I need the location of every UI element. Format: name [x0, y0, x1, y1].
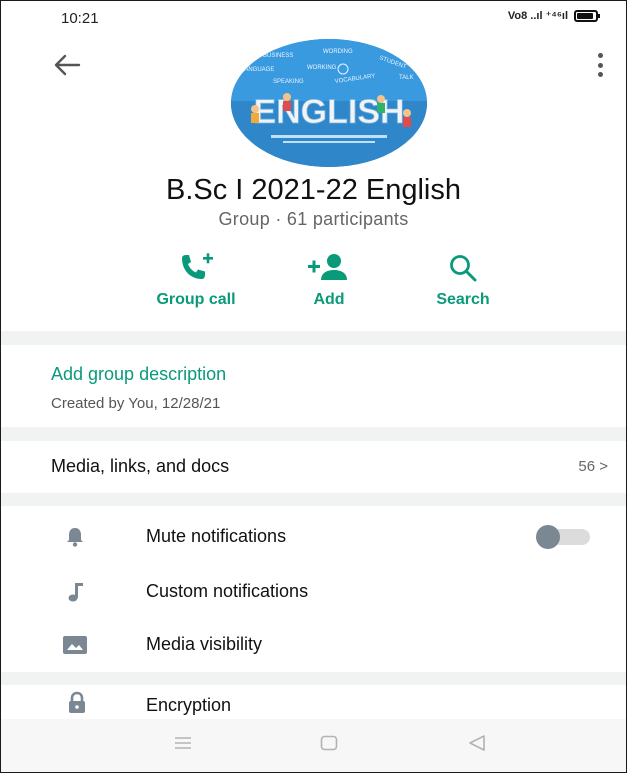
- add-participant-button[interactable]: Add: [291, 251, 367, 309]
- phone-screen: 10:21 Vo8 ..ıl ⁺⁴⁶ıl BUSINESS WORDING ST…: [0, 0, 627, 773]
- add-description-link[interactable]: Add group description: [51, 364, 226, 385]
- encryption-label: Encryption: [146, 695, 232, 715]
- section-divider: [1, 672, 626, 685]
- avatar-word: SPEAKING: [273, 79, 304, 85]
- custom-notifications-row[interactable]: Custom notifications: [1, 566, 626, 618]
- status-indicators: Vo8 ..ıl ⁺⁴⁶ıl: [507, 9, 600, 22]
- home-button[interactable]: [319, 733, 339, 758]
- avatar-word: WORKING: [307, 65, 337, 71]
- music-note-icon: [68, 583, 83, 602]
- section-divider: [1, 427, 626, 441]
- lock-icon: [69, 691, 85, 713]
- signal-indicators: Vo8 ..ıl ⁺⁴⁶ıl: [507, 10, 568, 22]
- menu-nav-icon: [175, 737, 191, 749]
- avatar-word: LANGUAGE: [241, 67, 274, 73]
- image-icon: [63, 636, 87, 654]
- more-options-button[interactable]: [592, 53, 608, 77]
- system-navigation-bar: [1, 719, 626, 772]
- created-by-text: Created by You, 12/28/21: [51, 395, 221, 412]
- search-icon: [450, 255, 477, 282]
- add-call-icon: [182, 253, 213, 279]
- recent-apps-button[interactable]: [173, 733, 193, 758]
- back-nav-button[interactable]: [467, 733, 487, 758]
- avatar-image: BUSINESS WORDING STUDENT LANGUAGE WORKIN…: [231, 39, 427, 167]
- avatar-word: BUSINESS: [263, 53, 293, 59]
- mute-notifications-toggle[interactable]: [536, 525, 590, 549]
- group-call-label: Group call: [156, 291, 236, 308]
- section-divider: [1, 493, 626, 506]
- group-avatar[interactable]: BUSINESS WORDING STUDENT LANGUAGE WORKIN…: [231, 39, 427, 167]
- back-button[interactable]: [51, 51, 83, 79]
- arrow-left-icon: [54, 54, 81, 76]
- more-vert-dot: [597, 72, 603, 77]
- status-bar: 10:21 Vo8 ..ıl ⁺⁴⁶ıl: [1, 1, 626, 37]
- group-info-header: BUSINESS WORDING STUDENT LANGUAGE WORKIN…: [1, 37, 626, 331]
- media-visibility-label: Media visibility: [146, 634, 263, 654]
- group-call-button[interactable]: Group call: [141, 251, 251, 309]
- battery-icon: [574, 9, 600, 22]
- home-nav-icon: [320, 735, 338, 751]
- avatar-word: TALK: [399, 75, 414, 81]
- more-vert-dot: [597, 62, 603, 68]
- search-button[interactable]: Search: [417, 251, 509, 309]
- description-section: Add group description Created by You, 12…: [1, 345, 626, 427]
- custom-notifications-label: Custom notifications: [146, 581, 309, 601]
- media-label: Media, links, and docs: [51, 456, 230, 476]
- group-subtitle: Group · 61 participants: [218, 209, 409, 229]
- status-time: 10:21: [61, 10, 99, 27]
- more-vert-icon: [597, 53, 603, 58]
- mute-notifications-label: Mute notifications: [146, 526, 287, 546]
- toggle-knob: [536, 525, 560, 549]
- media-count: 56 >: [578, 458, 608, 475]
- bell-icon: [67, 528, 83, 547]
- media-visibility-row[interactable]: Media visibility: [1, 619, 626, 671]
- mute-notifications-row[interactable]: Mute notifications: [1, 511, 626, 563]
- add-label: Add: [313, 291, 345, 308]
- avatar-word: WORDING: [323, 49, 353, 55]
- back-nav-icon: [469, 735, 485, 751]
- media-links-docs-row[interactable]: Media, links, and docs 56 >: [1, 441, 626, 493]
- add-person-icon: [308, 254, 347, 280]
- search-label: Search: [436, 291, 490, 308]
- section-divider: [1, 331, 626, 345]
- group-name[interactable]: B.Sc I 2021-22 English: [1, 174, 626, 207]
